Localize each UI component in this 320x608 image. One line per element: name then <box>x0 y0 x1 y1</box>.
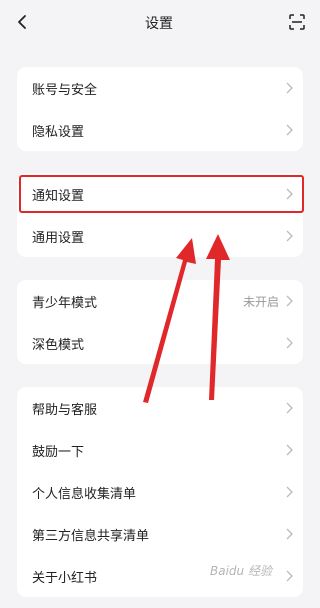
arrow-right <box>206 234 230 400</box>
arrow-left <box>143 238 196 403</box>
watermark: Baidu 经验 <box>210 564 272 578</box>
annotation-arrows <box>143 234 230 403</box>
